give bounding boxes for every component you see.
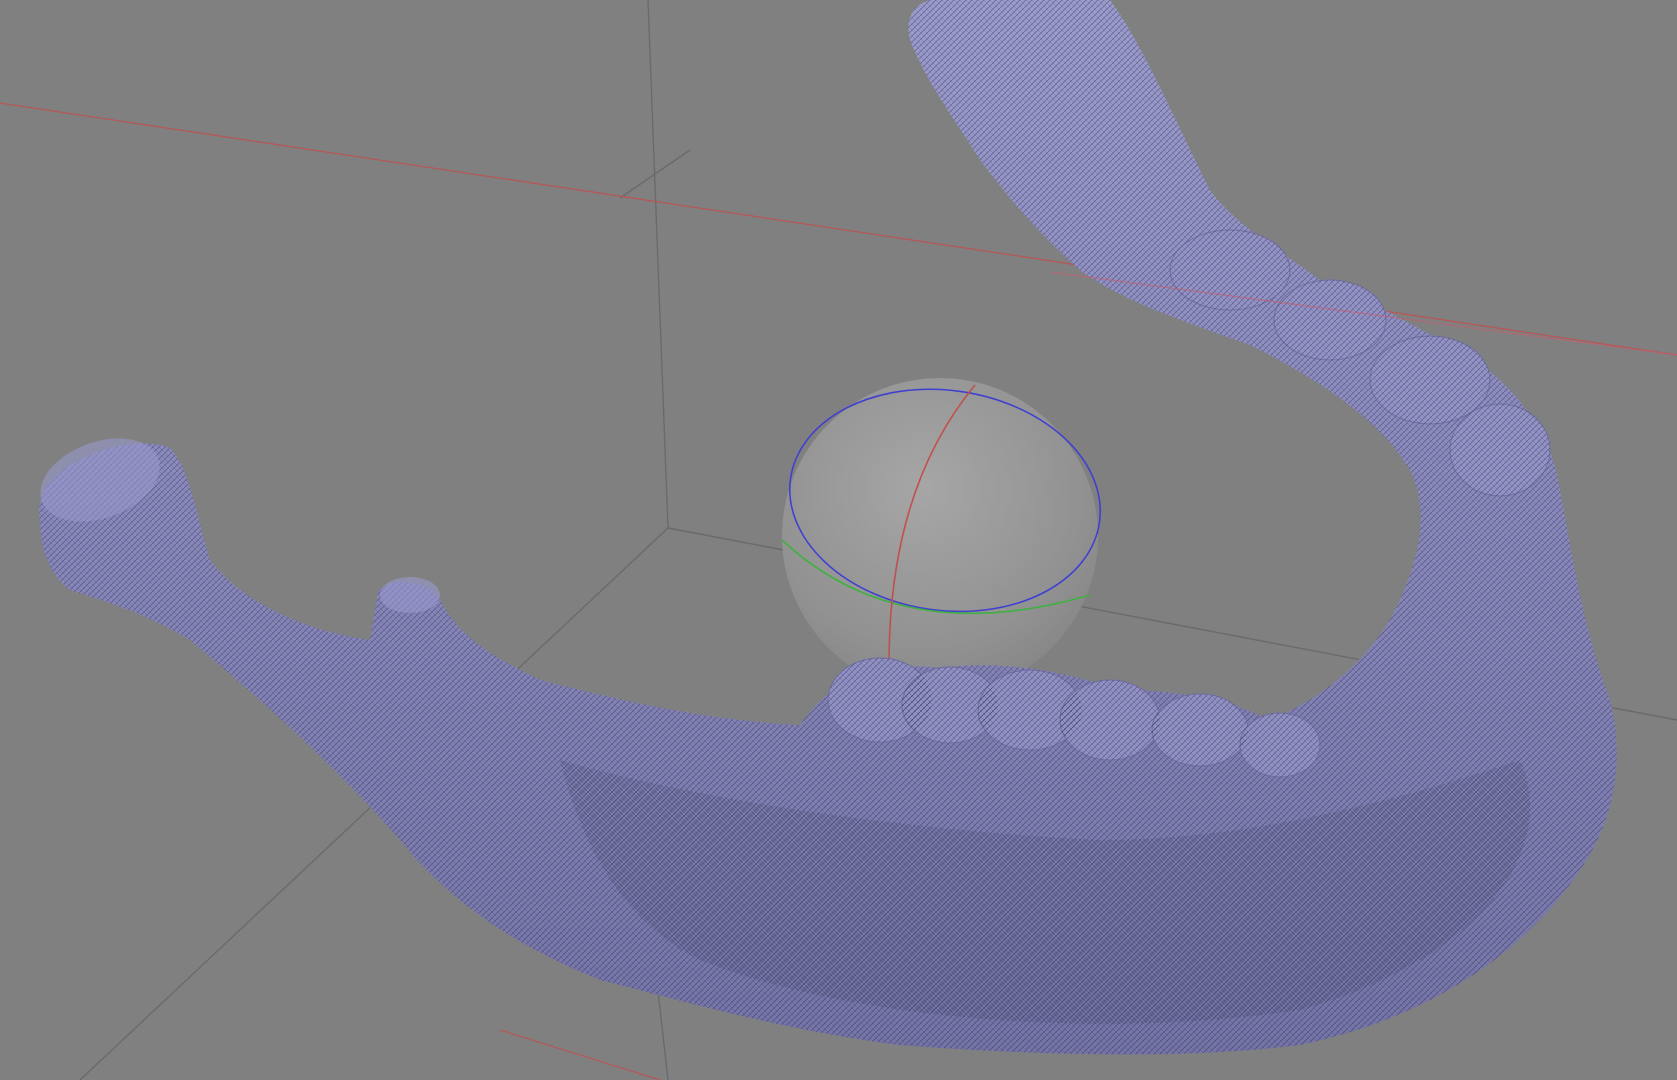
3d-viewport[interactable]	[0, 0, 1677, 1080]
trackball-sphere[interactable]	[782, 378, 1098, 694]
coronoid-left	[380, 577, 440, 613]
scene-canvas[interactable]	[0, 0, 1677, 1080]
trackball-gizmo[interactable]	[775, 370, 1115, 701]
